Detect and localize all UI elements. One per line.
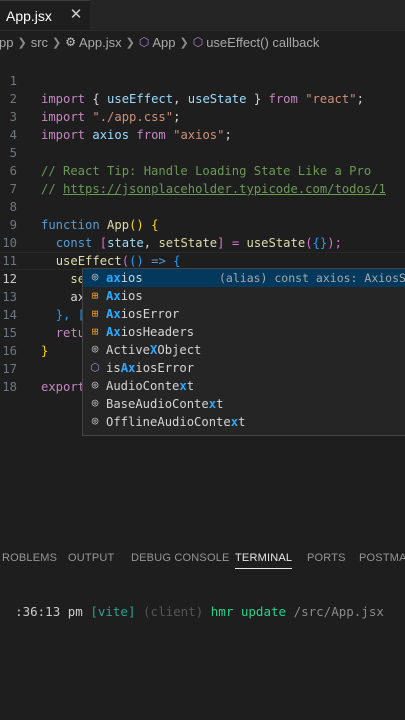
tab-output[interactable]: OUTPUT xyxy=(68,552,114,564)
code-line: 7 xyxy=(0,162,405,196)
suggestion-label: isAxiosError xyxy=(106,361,195,375)
tab-postman[interactable]: POSTMA xyxy=(359,552,405,564)
suggestion-label: AxiosHeaders xyxy=(106,325,195,339)
code-line: 4 xyxy=(0,108,405,142)
class-icon: ⊞ xyxy=(91,307,99,320)
suggestion-item[interactable]: ⌾ axios (alias) const axios: AxiosStat xyxy=(83,269,405,287)
suggestion-label: axios xyxy=(106,271,143,285)
breadcrumb-item-callback[interactable]: useEffect() callback xyxy=(206,35,319,50)
code-line: 2 import "./app.css"; xyxy=(0,72,405,124)
variable-icon: ⌾ xyxy=(91,415,99,428)
chevron-right-icon: ❯ xyxy=(17,36,27,49)
tab-terminal[interactable]: TERMINAL xyxy=(235,552,293,569)
react-file-icon: ⚙ xyxy=(65,35,77,49)
terminal-output[interactable]: :36:13 pm [vite] (client) hmr update /sr… xyxy=(0,585,405,619)
terminal-path: /src/App.jsx xyxy=(293,604,384,619)
tab-problems[interactable]: ROBLEMS xyxy=(2,552,57,564)
suggestion-label: AudioContext xyxy=(106,379,195,393)
breadcrumb-item-src[interactable]: src xyxy=(31,35,48,50)
suggestion-label: BaseAudioContext xyxy=(106,397,224,411)
suggestion-item[interactable]: ⌾ OfflineAudioContext xyxy=(83,413,405,431)
variable-icon: ⌾ xyxy=(91,397,99,410)
suggestion-item[interactable]: ⌾ BaseAudioContext xyxy=(83,395,405,413)
suggestion-label: ActiveXObject xyxy=(106,343,202,357)
terminal-vite-tag: [vite] xyxy=(90,604,136,619)
breadcrumb-item-app-folder[interactable]: pp xyxy=(0,35,13,50)
terminal-client: (client) xyxy=(143,604,204,619)
suggestion-item[interactable]: ⊞ AxiosHeaders xyxy=(83,323,405,341)
code-line: 11 setState((prev) => ({ ...prev, isLoad… xyxy=(0,234,405,286)
editor-tab-bar: App.jsx ✕ xyxy=(0,0,405,31)
suggestion-item[interactable]: ⊞ AxiosError xyxy=(83,305,405,323)
line-number: 18 xyxy=(2,380,17,394)
tab-ports[interactable]: PORTS xyxy=(307,552,346,564)
variable-icon: ⌾ xyxy=(91,379,99,392)
panel-tab-bar: ROBLEMS OUTPUT DEBUG CONSOLE TERMINAL PO… xyxy=(0,548,405,572)
close-icon[interactable]: ✕ xyxy=(68,7,84,23)
code-line: 9 const [state, setState] = useState({})… xyxy=(0,198,405,250)
variable-icon: ⌾ xyxy=(91,271,99,284)
tab-debug-console[interactable]: DEBUG CONSOLE xyxy=(131,552,230,564)
suggestion-item[interactable]: ⌾ AudioContext xyxy=(83,377,405,395)
cube-icon: ⬡ xyxy=(192,35,204,49)
code-line: 1 import { useEffect, useState } from "r… xyxy=(0,54,405,106)
code-line: 5 // React Tip: Handle Loading State Lik… xyxy=(0,126,405,178)
breadcrumb: pp ❯ src ❯ ⚙ App.jsx ❯ ⬡ App ❯ ⬡ useEffe… xyxy=(0,30,405,54)
code-line: 10 useEffect(() => { xyxy=(0,216,405,268)
code-line: 8 function App() { xyxy=(0,180,405,232)
suggestion-item[interactable]: ⬡ isAxiosError xyxy=(83,359,405,377)
suggestion-label: OfflineAudioContext xyxy=(106,415,246,429)
suggestion-detail: (alias) const axios: AxiosStat xyxy=(219,271,405,285)
chevron-right-icon: ❯ xyxy=(52,36,62,49)
code-line: 6 // https://jsonplaceholder.typicode.co… xyxy=(0,144,405,196)
suggestion-label: Axios xyxy=(106,289,143,303)
breadcrumb-item-function[interactable]: App xyxy=(152,35,175,50)
tab-app-jsx[interactable]: App.jsx ✕ xyxy=(0,0,90,30)
class-icon: ⊞ xyxy=(91,325,99,338)
method-icon: ⬡ xyxy=(90,361,100,374)
class-icon: ⊞ xyxy=(91,289,99,302)
terminal-time: :36:13 pm xyxy=(15,604,83,619)
suggestion-item[interactable]: ⌾ ActiveXObject xyxy=(83,341,405,359)
suggestion-label: AxiosError xyxy=(106,307,180,321)
variable-icon: ⌾ xyxy=(91,343,99,356)
terminal-message: hmr update xyxy=(210,604,287,619)
chevron-right-icon: ❯ xyxy=(125,36,135,49)
breadcrumb-item-file[interactable]: App.jsx xyxy=(79,35,122,50)
chevron-right-icon: ❯ xyxy=(179,36,189,49)
tab-label: App.jsx xyxy=(6,7,52,24)
autocomplete-suggestions: ⌾ axios (alias) const axios: AxiosStat ⊞ Axi… xyxy=(82,268,405,436)
code-line: 3 import axios from "axios"; xyxy=(0,90,405,142)
cube-icon: ⬡ xyxy=(138,35,150,49)
suggestion-item[interactable]: ⊞ Axios xyxy=(83,287,405,305)
